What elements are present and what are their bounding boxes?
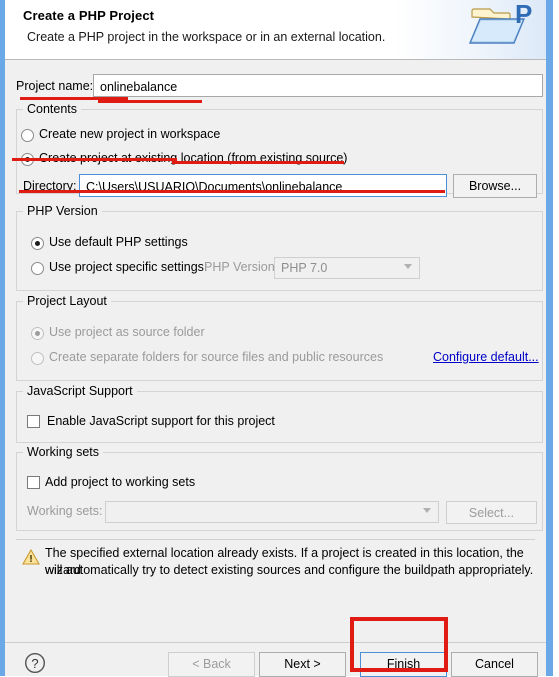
working-sets-combo-label: Working sets: (27, 504, 103, 518)
annotation-underline-directory (19, 190, 445, 193)
browse-button[interactable]: Browse... (453, 174, 537, 198)
contents-group-title: Contents (23, 102, 82, 116)
chevron-down-icon (423, 508, 431, 513)
javascript-support-group-title: JavaScript Support (23, 384, 137, 398)
annotation-box-finish-button (350, 617, 448, 672)
annotation-underline-existing-location-a (12, 158, 177, 161)
php-project-folder-icon: P (468, 0, 534, 55)
status-separator (16, 539, 535, 540)
php-version-group: PHP Version (16, 204, 543, 291)
dialog-body: Project name: Contents Create new projec… (5, 61, 546, 677)
label-use-default-php-settings: Use default PHP settings (49, 235, 188, 249)
cancel-button[interactable]: Cancel (451, 652, 538, 677)
php-version-combo-value: PHP 7.0 (281, 261, 328, 275)
radio-create-separate-folders[interactable] (31, 352, 44, 365)
configure-default-link[interactable]: Configure default... (433, 350, 539, 364)
svg-text:?: ? (31, 656, 38, 671)
php-version-group-title: PHP Version (23, 204, 102, 218)
svg-text:P: P (515, 3, 532, 29)
php-version-field-label: PHP Version: (204, 260, 279, 274)
help-question-icon[interactable]: ? (24, 652, 46, 674)
project-name-label: Project name: (16, 79, 94, 93)
radio-use-default-php-settings[interactable] (31, 237, 44, 250)
radio-create-new-project-in-workspace[interactable] (21, 129, 34, 142)
label-use-project-specific-settings: Use project specific settings: (49, 260, 208, 274)
chevron-down-icon (404, 264, 412, 269)
back-button[interactable]: < Back (168, 652, 255, 677)
dialog-title: Create a PHP Project (23, 8, 155, 23)
project-layout-group: Project Layout (16, 294, 543, 381)
dialog-header: Create a PHP Project Create a PHP projec… (5, 0, 546, 60)
dialog-subtitle: Create a PHP project in the workspace or… (27, 30, 386, 44)
checkbox-enable-javascript-support[interactable] (27, 415, 40, 428)
status-message-line2: will automatically try to detect existin… (45, 563, 534, 577)
working-sets-group-title: Working sets (23, 445, 104, 459)
select-working-sets-button[interactable]: Select... (446, 501, 537, 524)
directory-input[interactable] (79, 174, 447, 197)
label-use-project-as-source-folder: Use project as source folder (49, 325, 205, 339)
php-version-combo[interactable]: PHP 7.0 (274, 257, 420, 279)
label-add-project-to-working-sets: Add project to working sets (45, 475, 196, 489)
radio-use-project-as-source-folder[interactable] (31, 327, 44, 340)
footer-separator (5, 642, 546, 643)
label-create-separate-folders: Create separate folders for source files… (49, 350, 384, 364)
checkbox-add-project-to-working-sets[interactable] (27, 476, 40, 489)
create-php-project-dialog: Create a PHP Project Create a PHP projec… (0, 0, 553, 677)
radio-use-project-specific-settings[interactable] (31, 262, 44, 275)
next-button[interactable]: Next > (259, 652, 346, 677)
project-name-input[interactable] (93, 74, 543, 97)
label-enable-javascript-support: Enable JavaScript support for this proje… (47, 414, 275, 428)
annotation-underline-project-name-value (98, 100, 202, 103)
project-layout-group-title: Project Layout (23, 294, 111, 308)
warning-icon (22, 548, 40, 566)
annotation-underline-existing-location-b (172, 161, 344, 164)
working-sets-combo[interactable] (105, 501, 439, 523)
label-create-new-project-in-workspace: Create new project in workspace (39, 127, 221, 141)
